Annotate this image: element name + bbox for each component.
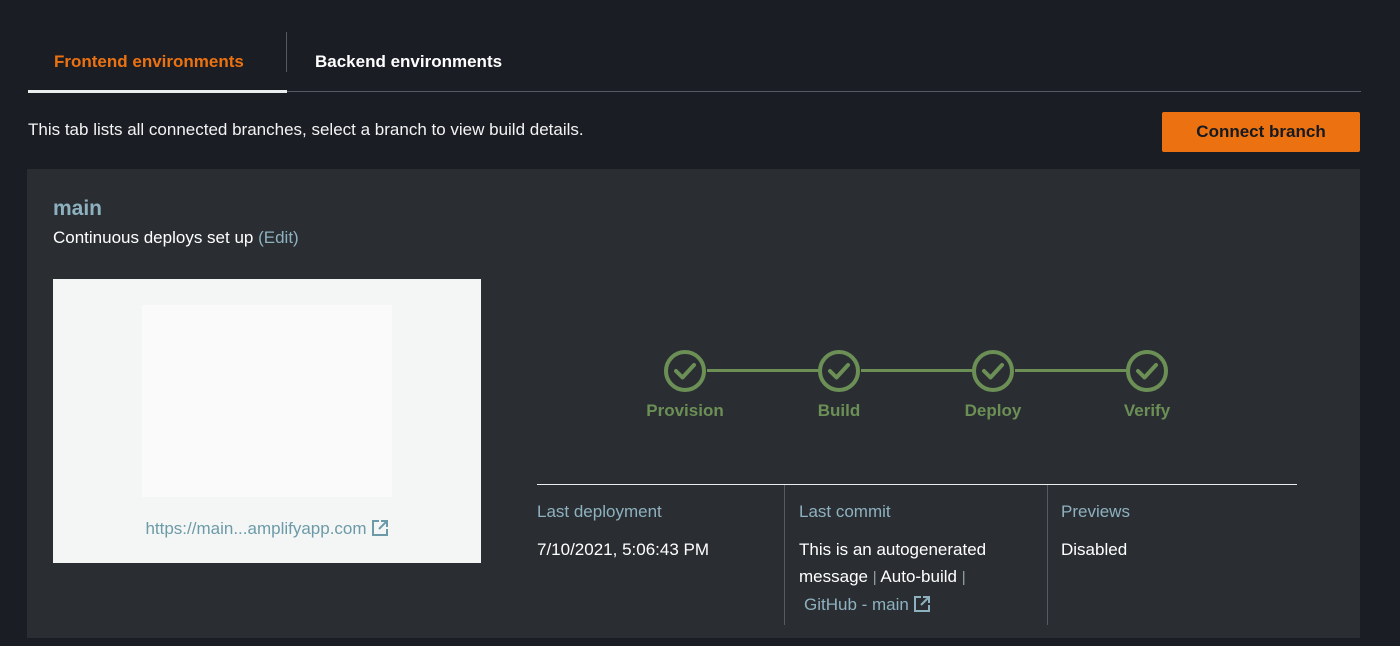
step-label-verify: Verify [1123, 401, 1171, 420]
tab-description: This tab lists all connected branches, s… [28, 120, 584, 139]
check-circle-icon [818, 350, 860, 392]
repo-link-text: GitHub - main [804, 595, 909, 614]
step-label-deploy: Deploy [964, 401, 1022, 420]
commit-message-line2-text: message [799, 567, 868, 586]
environment-tabs: Frontend environments Backend environmen… [28, 32, 1361, 93]
tab-frontend-label: Frontend environments [54, 51, 244, 71]
autobuild-label: Auto-build [880, 567, 957, 586]
tab-backend-label: Backend environments [315, 51, 503, 71]
external-link-icon [371, 520, 388, 536]
preview-url-text: https://main...amplifyapp.com [145, 519, 367, 538]
tab-divider [286, 32, 287, 72]
step-connector [707, 369, 820, 372]
previews-heading: Previews [1061, 502, 1130, 521]
check-circle-icon [664, 350, 706, 392]
preview-url-link[interactable]: https://main...amplifyapp.com [53, 519, 481, 539]
previews-column: Previews Disabled [1061, 485, 1297, 625]
external-link-icon [913, 596, 930, 612]
branch-card[interactable]: main Continuous deploys set up (Edit) ht… [27, 169, 1360, 638]
deploy-status-text: Continuous deploys set up [53, 228, 254, 247]
repo-link[interactable]: GitHub - main [799, 591, 1039, 618]
step-label-provision: Provision [646, 401, 724, 420]
last-deployment-heading: Last deployment [537, 502, 662, 521]
connect-branch-button[interactable]: Connect branch [1162, 112, 1360, 152]
last-deployment-column: Last deployment 7/10/2021, 5:06:43 PM [537, 485, 784, 625]
commit-message-line2: message | Auto-build | [799, 563, 1039, 591]
step-connector [1015, 369, 1128, 372]
edit-link[interactable]: (Edit) [258, 228, 299, 247]
step-label-build: Build [817, 401, 861, 420]
commit-message-line1: This is an autogenerated [799, 540, 987, 559]
separator: | [872, 569, 877, 586]
step-connector [861, 369, 974, 372]
tab-backend-environments[interactable]: Backend environments [315, 32, 502, 91]
column-divider [1047, 485, 1048, 625]
deploy-status: Continuous deploys set up (Edit) [53, 228, 299, 248]
site-preview[interactable]: https://main...amplifyapp.com [53, 279, 481, 563]
check-circle-icon [972, 350, 1014, 392]
last-commit-column: Last commit This is an autogenerated mes… [799, 485, 1046, 625]
check-circle-icon [1126, 350, 1168, 392]
last-commit-heading: Last commit [799, 502, 891, 521]
preview-thumbnail [142, 305, 392, 497]
tab-frontend-environments[interactable]: Frontend environments [28, 32, 287, 93]
last-commit-value: This is an autogenerated message | Auto-… [799, 536, 1039, 618]
separator: | [961, 569, 966, 586]
previews-value: Disabled [1061, 540, 1128, 559]
last-deployment-value: 7/10/2021, 5:06:43 PM [537, 540, 710, 559]
column-divider [784, 485, 785, 625]
branch-name[interactable]: main [53, 197, 102, 221]
